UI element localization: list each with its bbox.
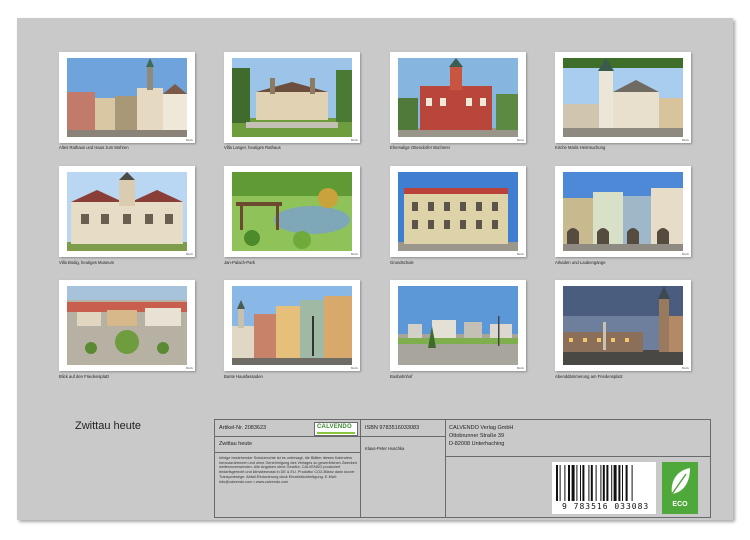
divider — [360, 420, 361, 517]
photo-town-hall — [67, 58, 187, 137]
photo-school — [398, 172, 518, 251]
caption-6: Jan-Palach-Park — [224, 260, 255, 265]
barcode-stripe — [595, 465, 597, 501]
calendar-back-sheet: Motiv Altes Rathaus und Haus zum Mohren … — [17, 18, 733, 520]
caption-10: Bunte Hausfassaden — [224, 374, 263, 379]
barcode-stripe — [600, 465, 602, 501]
photo-card-7[interactable]: Motiv — [390, 166, 526, 257]
barcode-stripe — [588, 465, 590, 501]
divider — [445, 456, 710, 457]
photo-name-label: Motiv — [185, 138, 193, 142]
photo-card-8[interactable]: Motiv — [555, 166, 691, 257]
photo-church — [563, 58, 683, 137]
barcode-stripe — [582, 465, 585, 501]
barcode-stripe — [571, 465, 575, 501]
caption-8: Arkaden und Laubengänge — [555, 260, 606, 265]
photo-bus-station — [398, 286, 518, 365]
caption-5: Villa Bodig, heutiges Museum — [59, 260, 115, 265]
photo-card-2[interactable]: Motiv — [224, 52, 360, 143]
barcode-stripe — [611, 465, 613, 501]
caption-4: Kirche Mariä Heimsuchung — [555, 145, 606, 150]
photo-card-5[interactable]: Motiv — [59, 166, 195, 257]
publisher-name: CALVENDO Verlag GmbH — [449, 425, 514, 431]
photo-name-label: Motiv — [350, 252, 358, 256]
photo-name-label: Motiv — [350, 138, 358, 142]
isbn: ISBN 9783516033083 — [365, 425, 420, 431]
photo-name-label: Motiv — [516, 252, 524, 256]
photo-card-4[interactable]: Motiv — [555, 52, 691, 143]
barcode-stripe — [568, 465, 570, 501]
divider — [215, 436, 360, 437]
divider — [360, 436, 445, 437]
barcode-bars — [556, 465, 633, 501]
publisher-street: Ottobrunner Straße 39 — [449, 433, 505, 439]
caption-9: Blick auf den Friedensplatz — [59, 374, 110, 379]
photo-arcade — [563, 172, 683, 251]
logo-text: CALVENDO — [317, 424, 352, 430]
photo-museum — [67, 172, 187, 251]
author: Klaus-Peter Huschka — [365, 446, 405, 451]
photo-facades — [232, 286, 352, 365]
article-number: Artikel-Nr. 2083623 — [219, 425, 267, 431]
photo-name-label: Motiv — [185, 252, 193, 256]
divider — [445, 420, 446, 517]
photo-card-3[interactable]: Motiv — [390, 52, 526, 143]
photo-card-11[interactable]: Motiv — [390, 280, 526, 371]
photo-name-label: Motiv — [681, 366, 689, 370]
calvendo-logo: CALVENDO — [314, 422, 358, 436]
photo-name-label: Motiv — [516, 366, 524, 370]
photo-name-label: Motiv — [681, 252, 689, 256]
photo-card-12[interactable]: Motiv — [555, 280, 691, 371]
barcode-stripe — [564, 465, 566, 501]
photo-name-label: Motiv — [185, 366, 193, 370]
barcode-stripe — [580, 465, 581, 501]
photo-card-9[interactable]: Motiv — [59, 280, 195, 371]
photo-park — [232, 172, 352, 251]
barcode-stripe — [618, 465, 621, 501]
barcode-stripe — [622, 465, 623, 501]
photo-square — [67, 286, 187, 365]
divider — [215, 452, 360, 453]
barcode-stripe — [559, 465, 561, 501]
photo-dusk — [563, 286, 683, 365]
barcode: 9 783516 033083 — [552, 462, 656, 514]
leaf-icon — [671, 468, 690, 495]
photo-villa-langer — [232, 58, 352, 137]
caption-3: Ehemalige Ottendorfer Bücherei — [390, 145, 450, 150]
barcode-stripe — [556, 465, 558, 501]
photo-library — [398, 58, 518, 137]
caption-11: Busbahnhof — [390, 374, 413, 379]
barcode-number: 9 783516 033083 — [562, 502, 650, 511]
photo-card-1[interactable]: Motiv — [59, 52, 195, 143]
publisher-city: D-82008 Unterhaching — [449, 441, 505, 447]
caption-1: Altes Rathaus und Haus zum Mohren — [59, 145, 129, 150]
barcode-stripe — [613, 465, 617, 501]
barcode-stripe — [602, 465, 605, 501]
barcode-stripe — [631, 465, 633, 501]
eco-label: ECO — [672, 501, 688, 508]
eco-badge: ECO — [662, 462, 698, 514]
barcode-stripe — [576, 465, 578, 501]
photo-name-label: Motiv — [350, 366, 358, 370]
logo-bar — [317, 432, 355, 434]
caption-12: Abenddämmerung am Friedensplatz — [555, 374, 623, 379]
info-title: Zwittau heute — [219, 441, 253, 447]
photo-name-label: Motiv — [516, 138, 524, 142]
caption-2: Villa Langer, heutiges Rathaus — [224, 145, 281, 150]
calendar-title: Zwittau heute — [75, 420, 142, 432]
barcode-stripe — [606, 465, 609, 501]
photo-card-10[interactable]: Motiv — [224, 280, 360, 371]
photo-name-label: Motiv — [681, 138, 689, 142]
info-box: Artikel-Nr. 2083623 CALVENDO Zwittau heu… — [214, 419, 711, 518]
barcode-stripe — [590, 465, 593, 501]
barcode-stripe — [625, 465, 628, 501]
copyright-notice: Infolge bestehender Schutzrechte ist es … — [219, 456, 358, 484]
photo-card-6[interactable]: Motiv — [224, 166, 360, 257]
caption-7: Grundschule — [390, 260, 414, 265]
